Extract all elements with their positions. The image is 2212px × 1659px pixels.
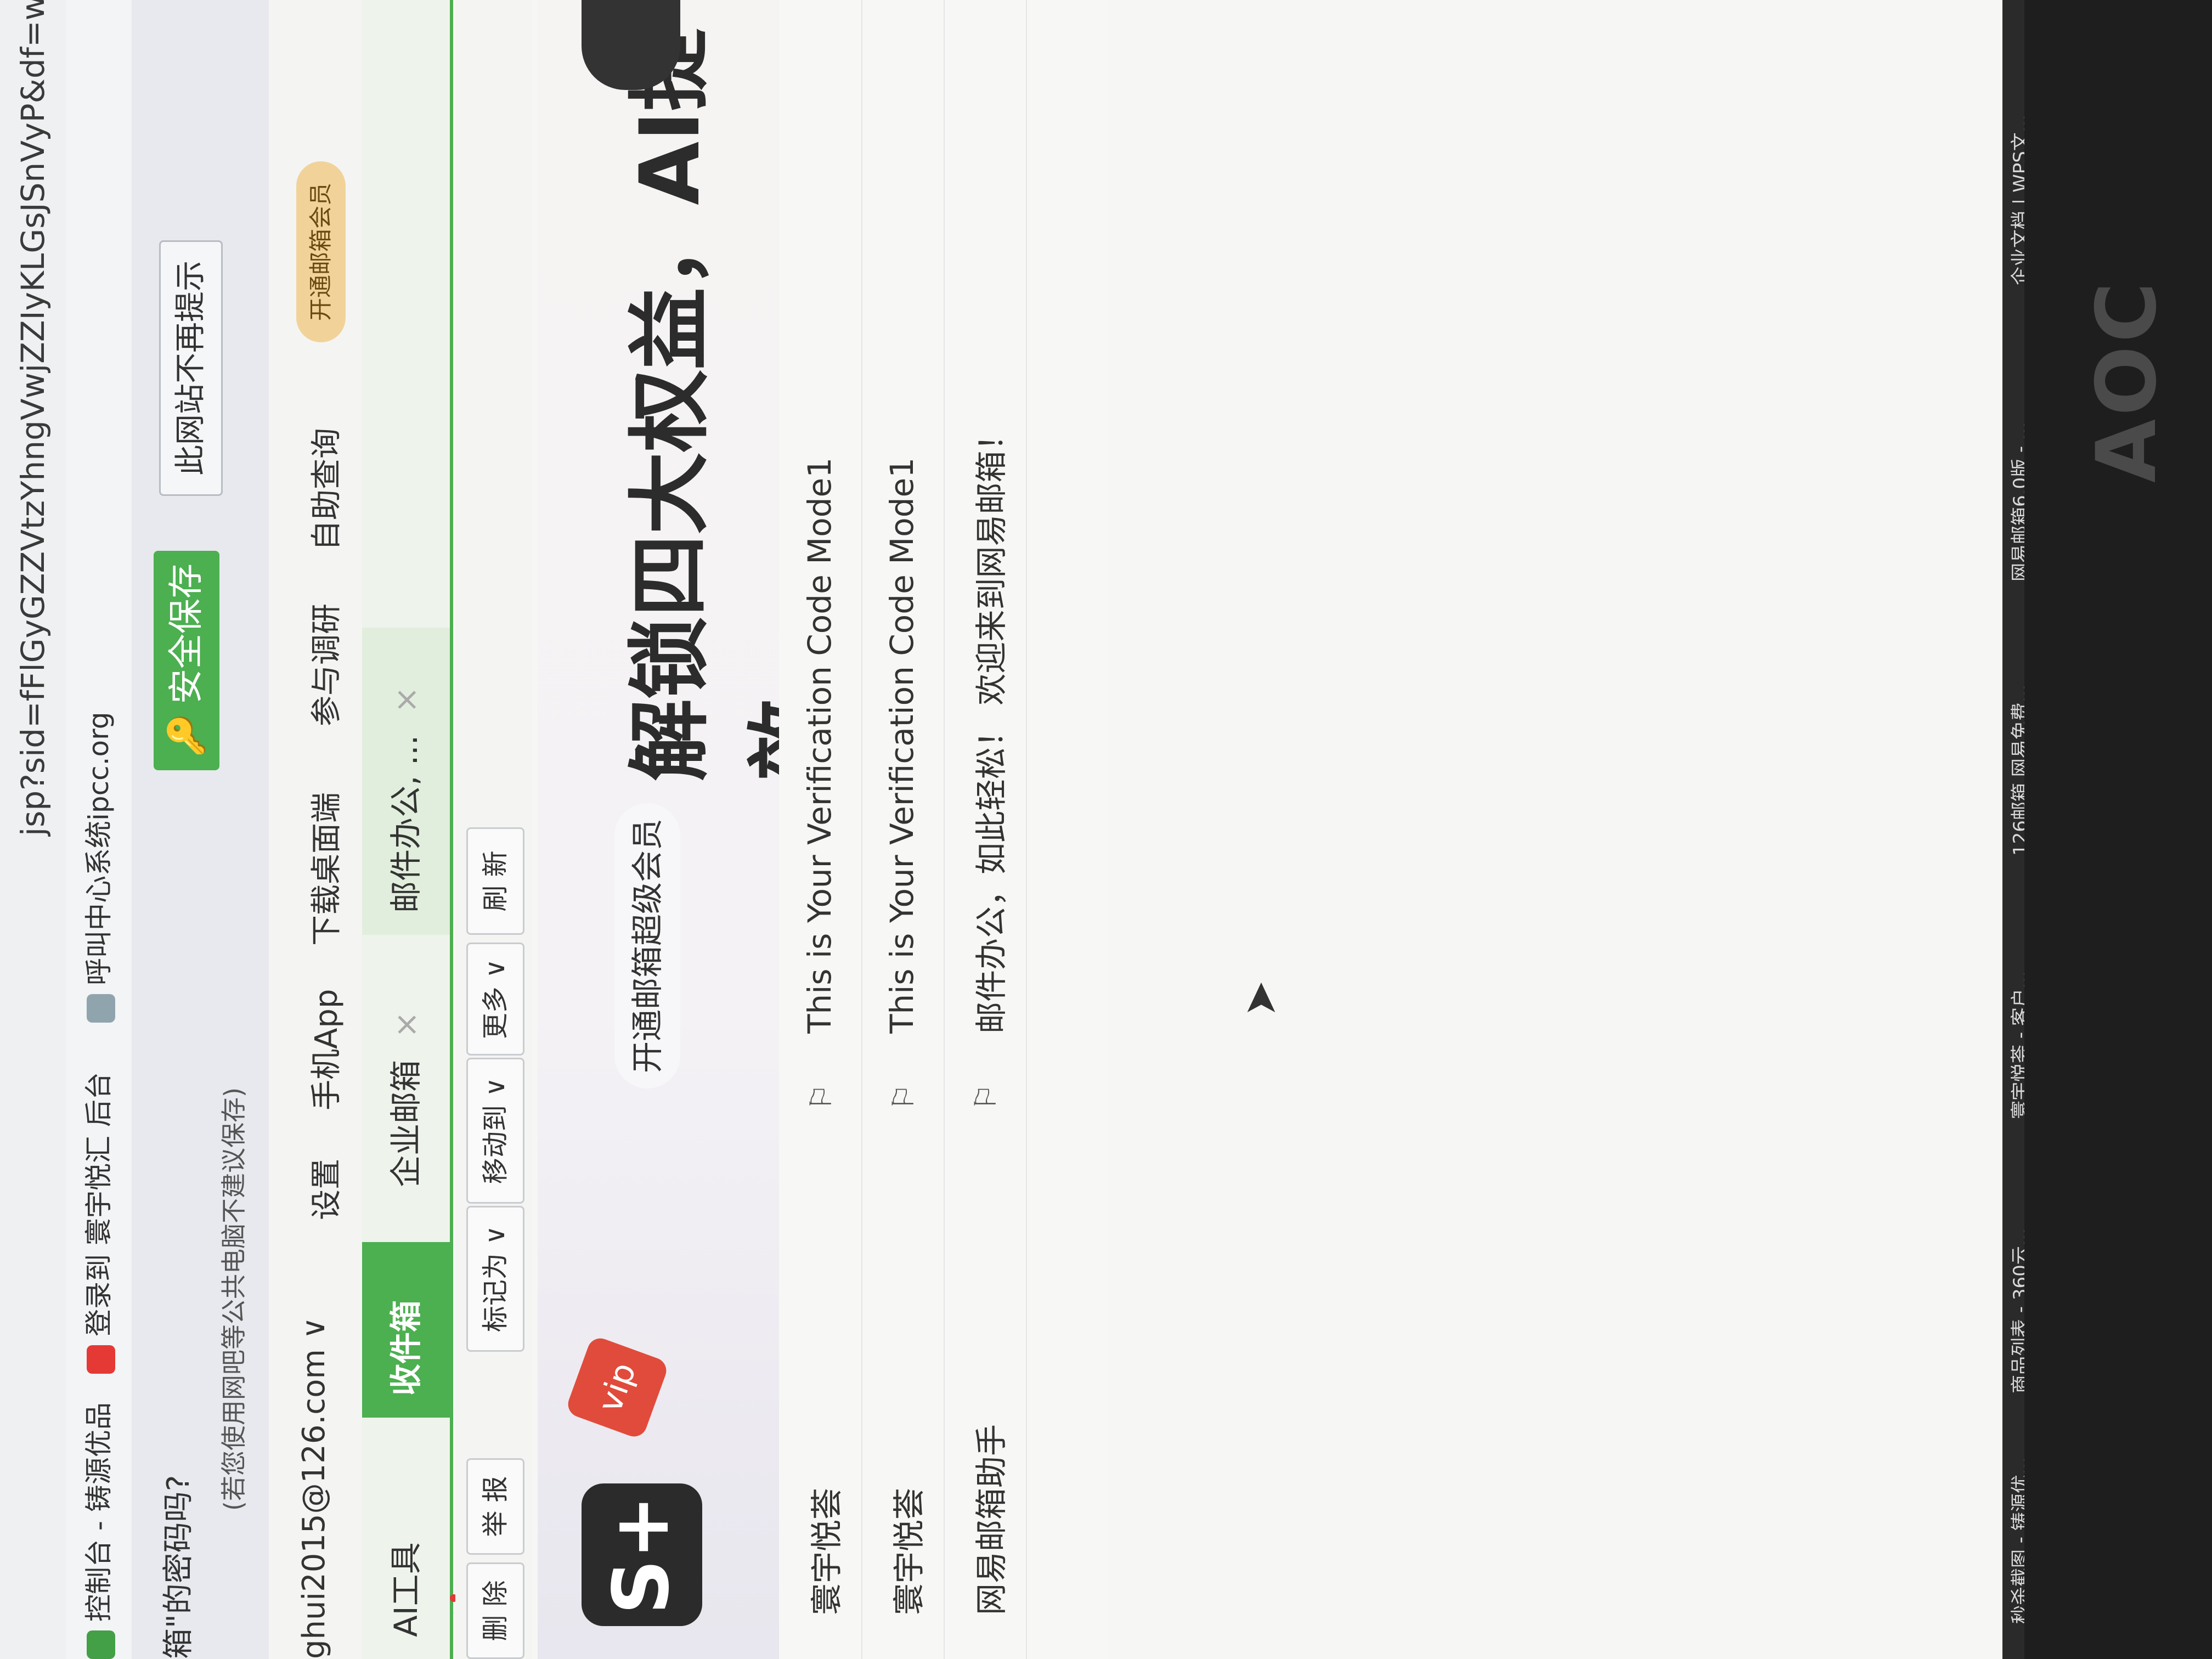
browser-screen: jsp?sid=fFlGyGZZVtzYhngVwjZZIyKLGsJSnVyP… bbox=[0, 0, 2002, 1659]
password-save-bar: 箱"的密码吗? (若您使用网吧等公共电脑不建议保存) 🔑安全保存 此网站不再提示 bbox=[132, 0, 269, 1659]
safe-save-button[interactable]: 🔑安全保存 bbox=[154, 551, 219, 770]
password-question: 箱"的密码吗? bbox=[161, 1475, 196, 1659]
vip-badge[interactable]: 开通邮箱会员 bbox=[296, 161, 346, 342]
tab-mail-office[interactable]: 邮件办公, ...× bbox=[362, 628, 450, 935]
account-menu[interactable]: ghui2015@126.com ∨ bbox=[296, 1317, 332, 1659]
tab-enterprise-mail[interactable]: 企业邮箱× bbox=[362, 951, 450, 1209]
report-button[interactable]: 举 报 bbox=[466, 1458, 524, 1555]
mail-row[interactable]: 寰宇悦荟 ⚐ This is Your Verification Code Mo… bbox=[861, 0, 945, 1659]
flag-icon[interactable]: ⚐ bbox=[968, 1084, 1003, 1110]
move-to-button[interactable]: 移动到 ∨ bbox=[466, 1058, 524, 1204]
close-icon[interactable]: × bbox=[387, 686, 425, 713]
address-bar[interactable]: jsp?sid=fFlGyGZZVtzYhngVwjZZIyKLGsJSnVyP… bbox=[0, 0, 66, 1659]
tab-ai-toolbox[interactable]: AI工具箱 bbox=[362, 1494, 512, 1659]
bookmark-admin[interactable]: 登录到 寰宇悦汇 后台 bbox=[66, 1072, 132, 1374]
key-icon: 🔑 bbox=[166, 714, 207, 758]
bookmark-icon bbox=[86, 1345, 115, 1374]
mail-list: 寰宇悦荟 ⚐ This is Your Verification Code Mo… bbox=[779, 0, 1108, 1659]
mail-sender: 网易邮箱助手 bbox=[973, 1424, 1010, 1615]
flag-icon[interactable]: ⚐ bbox=[886, 1084, 921, 1110]
never-remind-button[interactable]: 此网站不再提示 bbox=[159, 240, 223, 496]
bookmark-callcenter[interactable]: 呼叫中心系统ipcc.org bbox=[66, 712, 132, 1023]
mail-row[interactable]: 网易邮箱助手 ⚐ 邮件办公，如此轻松！ 欢迎来到网易邮箱！ bbox=[944, 0, 1027, 1659]
close-icon[interactable]: × bbox=[387, 1011, 425, 1038]
nav-mobile-app[interactable]: 手机App bbox=[302, 989, 346, 1110]
promo-banner[interactable]: S+ vip 开通邮箱超级会员 解锁四大权益，AI提效 bbox=[538, 0, 837, 1659]
nav-settings[interactable]: 设置 bbox=[302, 1159, 346, 1220]
vip-logo: vip bbox=[564, 1334, 670, 1441]
super-member-logo: S+ bbox=[582, 1483, 702, 1626]
password-hint: (若您使用网吧等公共电脑不建议保存) bbox=[219, 1087, 249, 1511]
nav-self-service[interactable]: 自助查询 bbox=[302, 428, 346, 551]
mail-toolbar: 删 除 举 报 标记为 ∨ 移动到 ∨ 更多 ∨ 刷 新 bbox=[455, 0, 532, 1659]
bookmark-icon bbox=[86, 1630, 115, 1659]
nav-survey[interactable]: 参与调研 bbox=[302, 603, 346, 726]
mail-subject: 邮件办公，如此轻松！ 欢迎来到网易邮箱！ bbox=[973, 419, 1010, 1034]
top-nav: ghui2015@126.com ∨ 设置 手机App 下载桌面端 参与调研 自… bbox=[269, 0, 362, 1659]
more-button[interactable]: 更多 ∨ bbox=[466, 943, 524, 1056]
bookmarks-bar: 控制台 - 铸源优品 登录到 寰宇悦汇 后台 呼叫中心系统ipcc.org bbox=[66, 0, 132, 1659]
tab-inbox[interactable]: 收件箱 bbox=[362, 1242, 450, 1418]
address-text: jsp?sid=fFlGyGZZVtzYhngVwjZZIyKLGsJSnVyP… bbox=[14, 0, 52, 836]
mail-subject: This is Your Verification Code Mode1 bbox=[883, 457, 921, 1034]
banner-action-button[interactable] bbox=[582, 0, 680, 90]
mouse-cursor-icon: ➤ bbox=[1234, 980, 1285, 1017]
mail-row[interactable]: 寰宇悦荟 ⚐ This is Your Verification Code Mo… bbox=[779, 0, 862, 1659]
nav-desktop-download[interactable]: 下载桌面端 bbox=[302, 792, 346, 946]
mark-as-button[interactable]: 标记为 ∨ bbox=[466, 1206, 524, 1352]
tab-bar: AI工具箱 收件箱 企业邮箱× 邮件办公, ...× bbox=[362, 0, 512, 1659]
monitor-brand: AOC bbox=[2079, 279, 2175, 483]
flag-icon[interactable]: ⚐ bbox=[804, 1084, 838, 1110]
refresh-button[interactable]: 刷 新 bbox=[466, 827, 524, 935]
bookmark-console[interactable]: 控制台 - 铸源优品 bbox=[66, 1402, 132, 1659]
monitor-bezel bbox=[2024, 0, 2212, 1659]
delete-button[interactable]: 删 除 bbox=[466, 1562, 524, 1659]
mail-subject: This is Your Verification Code Mode1 bbox=[801, 457, 838, 1034]
bookmark-icon bbox=[86, 994, 115, 1023]
mail-sender: 寰宇悦荟 bbox=[808, 1487, 845, 1615]
open-super-member-pill[interactable]: 开通邮箱超级会员 bbox=[614, 803, 680, 1088]
mail-sender: 寰宇悦荟 bbox=[890, 1487, 928, 1615]
